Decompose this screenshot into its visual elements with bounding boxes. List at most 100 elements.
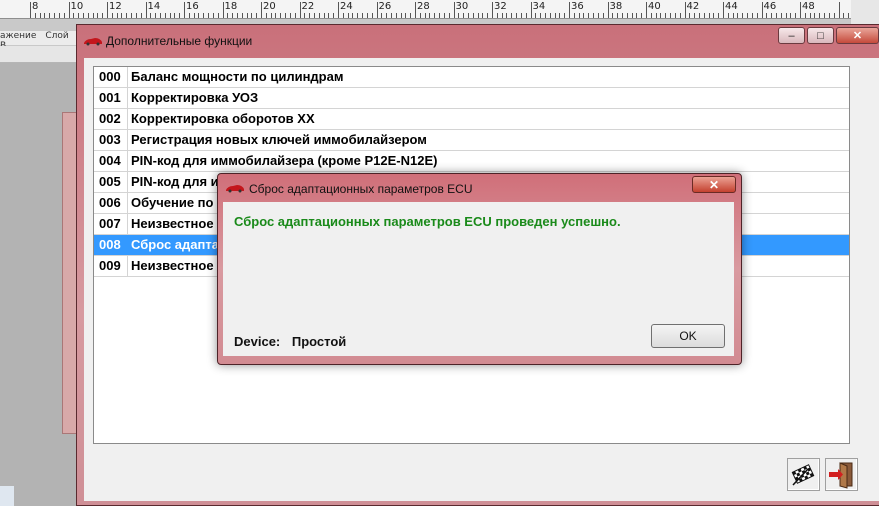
ruler-tick <box>405 13 406 18</box>
ruler-tick <box>242 13 243 18</box>
ruler-tick <box>651 13 652 18</box>
close-button[interactable]: ✕ <box>836 27 879 44</box>
ruler-tick <box>319 13 320 18</box>
ruler-tick <box>771 13 772 18</box>
ruler-tick <box>324 13 325 18</box>
ruler-tick <box>328 13 329 18</box>
ruler-tick <box>569 2 570 18</box>
ruler-tick <box>685 2 686 18</box>
ruler-tick <box>800 2 801 18</box>
ruler-tick <box>555 13 556 18</box>
ruler-tick <box>704 13 705 18</box>
ruler-tick <box>170 13 171 18</box>
ruler-tick <box>776 13 777 18</box>
ruler-tick <box>381 13 382 18</box>
ruler-tick <box>531 2 532 18</box>
list-item[interactable]: 002 Корректировка оборотов ХХ <box>94 109 849 130</box>
ruler-tick <box>583 13 584 18</box>
function-name: Сброс адапта <box>131 237 219 252</box>
ruler-tick <box>728 13 729 18</box>
exit-door-icon <box>829 462 853 489</box>
ruler-tick <box>492 2 493 18</box>
ruler-tick <box>232 13 233 18</box>
ruler-tick <box>670 13 671 18</box>
ruler-number: 24 <box>340 1 353 12</box>
ruler-tick <box>608 2 609 18</box>
list-item[interactable]: 001 Корректировка УОЗ <box>94 88 849 109</box>
ruler-tick <box>636 13 637 18</box>
ruler-tick <box>487 13 488 18</box>
ruler-tick <box>468 13 469 18</box>
ruler-tick <box>194 13 195 18</box>
list-item[interactable]: 004 PIN-код для иммобилайзера (кроме P12… <box>94 151 849 172</box>
ruler-tick <box>112 13 113 18</box>
ruler-tick <box>35 13 36 18</box>
ruler-tick <box>747 13 748 18</box>
background-menu-item[interactable]: Слой <box>45 31 68 41</box>
ruler-tick <box>73 13 74 18</box>
ruler-tick <box>458 13 459 18</box>
list-item[interactable]: 000 Баланс мощности по цилиндрам <box>94 67 849 88</box>
ruler-tick <box>309 13 310 18</box>
ruler-tick <box>396 13 397 18</box>
ruler-tick <box>64 13 65 18</box>
ok-button[interactable]: OK <box>651 324 725 348</box>
ruler-tick <box>271 13 272 18</box>
ruler: 8 10 12 14 16 18 20 22 24 26 28 30 32 34 36 38 40 42 44 46 4… <box>0 0 879 19</box>
ruler-tick <box>165 13 166 18</box>
ruler-number: 10 <box>70 1 84 12</box>
ruler-tick <box>251 13 252 18</box>
ruler-tick <box>665 13 666 18</box>
ruler-tick <box>285 13 286 18</box>
ruler-tick <box>699 13 700 18</box>
list-item[interactable]: 003 Регистрация новых ключей иммобилайзе… <box>94 130 849 151</box>
ruler-tick <box>680 13 681 18</box>
ruler-tick <box>333 13 334 18</box>
ruler-tick <box>843 13 844 18</box>
ruler-tick <box>117 13 118 18</box>
ruler-tick <box>598 13 599 18</box>
minimize-button[interactable]: – <box>778 27 805 44</box>
maximize-button[interactable]: □ <box>807 27 834 44</box>
function-code: 006 <box>94 193 128 213</box>
dialog-close-button[interactable]: ✕ <box>692 176 736 193</box>
run-test-button[interactable] <box>787 458 820 491</box>
ruler-number: 36 <box>571 1 584 12</box>
window-title: Дополнительные функции <box>106 34 253 48</box>
ruler-tick <box>526 13 527 18</box>
ruler-tick <box>49 13 50 18</box>
ruler-tick <box>718 13 719 18</box>
window-controls: – □ ✕ <box>778 27 879 44</box>
ruler-number: 20 <box>263 1 276 12</box>
ruler-tick <box>540 13 541 18</box>
background-menu-item[interactable]: ажение <box>0 31 36 41</box>
ruler-tick <box>198 13 199 18</box>
ruler-tick <box>511 13 512 18</box>
ruler-tick <box>184 2 185 18</box>
ruler-number: 18 <box>224 1 238 12</box>
ruler-number: 22 <box>301 1 315 12</box>
dialog-title: Сброс адаптационных параметров ECU <box>249 182 473 196</box>
car-app-icon <box>226 185 244 193</box>
ruler-tick <box>752 13 753 18</box>
device-label: Device: <box>234 334 281 349</box>
ruler-tick <box>473 13 474 18</box>
exit-button[interactable] <box>825 458 858 491</box>
ruler-tick <box>223 2 224 18</box>
status-message: Сброс адаптационных параметров ECU прове… <box>234 214 621 229</box>
car-app-icon <box>84 38 102 46</box>
ruler-tick <box>564 13 565 18</box>
reset-dialog: Сброс адаптационных параметров ECU ✕ Сбр… <box>217 173 742 365</box>
ruler-tick <box>174 13 175 18</box>
ruler-tick <box>97 13 98 18</box>
ruler-number: 40 <box>648 1 661 12</box>
ruler-tick <box>660 13 661 18</box>
ruler-tick <box>30 2 31 18</box>
ruler-tick <box>141 13 142 18</box>
ruler-tick <box>275 13 276 18</box>
ruler-tick <box>93 13 94 18</box>
ruler-number: 38 <box>609 1 623 12</box>
ruler-tick <box>805 13 806 18</box>
ruler-tick <box>786 13 787 18</box>
ruler-tick <box>588 13 589 18</box>
